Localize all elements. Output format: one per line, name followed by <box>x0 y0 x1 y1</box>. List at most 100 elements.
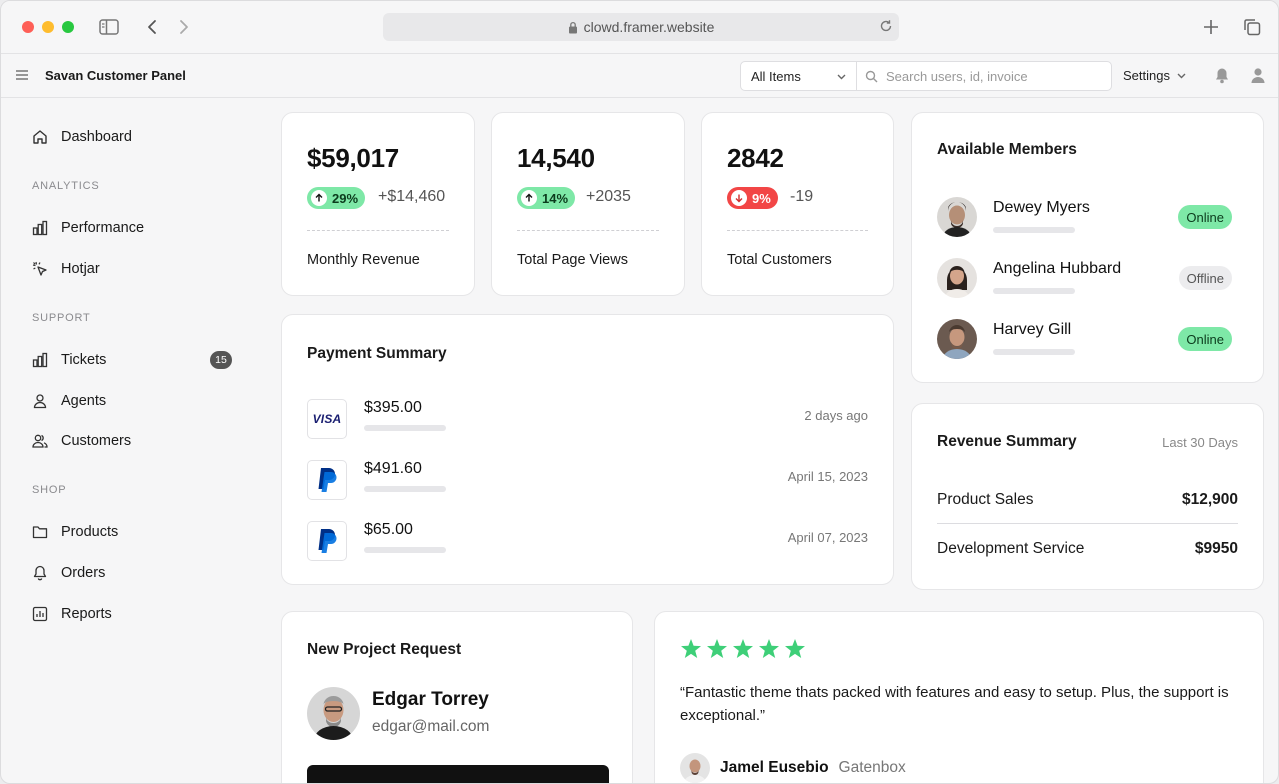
back-icon[interactable] <box>141 16 163 38</box>
status-badge: Online <box>1178 327 1232 351</box>
sidebar-item-label: Products <box>61 524 119 540</box>
member-name: Dewey Myers <box>993 199 1090 216</box>
card-title: New Project Request <box>307 641 462 658</box>
placeholder-bar <box>364 425 446 431</box>
filter-value: All Items <box>751 68 801 84</box>
sidebar-item-tickets[interactable]: Tickets <box>31 349 106 371</box>
payment-amount: $491.60 <box>364 460 422 477</box>
reviewer: Jamel Eusebio Gatenbox <box>680 753 906 783</box>
sidebar-item-products[interactable]: Products <box>31 521 118 543</box>
section-label-shop: SHOP <box>32 484 67 496</box>
stat-card-page-views: 14,540 14% +2035 Total Page Views <box>491 112 685 296</box>
paypal-icon <box>307 521 347 561</box>
star-icon <box>784 638 806 664</box>
home-icon <box>31 128 49 146</box>
payment-date: April 15, 2023 <box>787 469 868 484</box>
maximize-window-button[interactable] <box>62 21 74 33</box>
star-icon <box>706 638 728 664</box>
stat-change-badge: 9% <box>727 187 778 209</box>
sidebar-toggle-icon[interactable] <box>98 16 120 38</box>
stat-label: Total Page Views <box>517 252 628 268</box>
project-action-button[interactable] <box>307 765 609 783</box>
member-row[interactable]: Angelina Hubbard Offline <box>937 258 1238 298</box>
forward-icon[interactable] <box>173 16 195 38</box>
payment-row[interactable]: $65.00 April 07, 2023 <box>307 521 868 561</box>
payment-date: 2 days ago <box>804 408 868 423</box>
tickets-count-badge: 15 <box>210 351 232 369</box>
card-title: Payment Summary <box>307 345 447 362</box>
sidebar-item-reports[interactable]: Reports <box>31 603 112 625</box>
payment-amount: $65.00 <box>364 521 413 538</box>
sidebar-item-orders[interactable]: Orders <box>31 562 105 584</box>
sidebar-item-agents[interactable]: Agents <box>31 390 106 412</box>
user-profile-icon[interactable] <box>1250 67 1266 89</box>
member-row[interactable]: Harvey Gill Online <box>937 319 1238 359</box>
visa-icon: VISA <box>307 399 347 439</box>
placeholder-bar <box>993 227 1075 233</box>
stat-label: Total Customers <box>727 252 832 268</box>
address-bar[interactable]: clowd.framer.website <box>383 13 899 41</box>
search-input[interactable] <box>886 68 1086 84</box>
notifications-bell-icon[interactable] <box>1214 67 1230 89</box>
cursor-click-icon <box>31 260 49 278</box>
app-header: Savan Customer Panel All Items Settings <box>1 54 1278 98</box>
url-text: clowd.framer.website <box>583 19 715 35</box>
close-window-button[interactable] <box>22 21 34 33</box>
stat-change-badge: 29% <box>307 187 366 209</box>
settings-menu[interactable]: Settings <box>1123 68 1187 83</box>
user-icon <box>31 392 49 410</box>
tabs-overview-icon[interactable] <box>1241 16 1263 38</box>
stat-label: Monthly Revenue <box>307 252 420 268</box>
bar-chart-icon <box>31 351 49 369</box>
bell-icon <box>31 564 49 582</box>
sidebar-item-dashboard[interactable]: Dashboard <box>31 126 132 148</box>
stat-delta: +$14,460 <box>378 188 446 205</box>
sidebar-item-hotjar[interactable]: Hotjar <box>31 258 100 280</box>
folder-icon <box>31 523 49 541</box>
section-label-analytics: ANALYTICS <box>32 180 100 192</box>
star-icon <box>680 638 702 664</box>
revenue-label: Development Service <box>937 540 1085 557</box>
period-label: Last 30 Days <box>1162 435 1238 450</box>
divider <box>727 230 868 231</box>
minimize-window-button[interactable] <box>42 21 54 33</box>
sidebar-item-performance[interactable]: Performance <box>31 217 144 239</box>
avatar <box>680 753 710 783</box>
requester-name: Edgar Torrey <box>372 689 489 710</box>
search-box <box>856 61 1112 91</box>
stat-value: 2842 <box>727 143 784 173</box>
browser-toolbar: clowd.framer.website <box>1 1 1278 54</box>
sidebar-item-label: Dashboard <box>61 129 132 145</box>
stat-delta: +2035 <box>586 188 631 205</box>
member-row[interactable]: Dewey Myers Online <box>937 197 1238 237</box>
member-name: Harvey Gill <box>993 321 1072 338</box>
section-label-support: SUPPORT <box>32 312 91 324</box>
stat-card-monthly-revenue: $59,017 29% +$14,460 Monthly Revenue <box>281 112 475 296</box>
chevron-down-icon <box>836 71 847 82</box>
new-tab-icon[interactable] <box>1200 16 1222 38</box>
sidebar: Dashboard ANALYTICS Performance Hotjar S… <box>1 99 263 783</box>
sidebar-item-label: Performance <box>61 220 145 236</box>
sidebar-item-customers[interactable]: Customers <box>31 430 131 452</box>
avatar <box>937 197 977 237</box>
revenue-value: $12,900 <box>1181 491 1238 508</box>
member-name: Angelina Hubbard <box>993 260 1122 277</box>
settings-label: Settings <box>1123 68 1170 83</box>
stat-card-customers: 2842 9% -19 Total Customers <box>701 112 894 296</box>
search-icon <box>865 70 878 83</box>
requester-email: edgar@mail.com <box>372 718 490 735</box>
testimonial-quote: “Fantastic theme thats packed with featu… <box>680 684 1229 724</box>
payment-row[interactable]: $491.60 April 15, 2023 <box>307 460 868 500</box>
available-members-card: Available Members Dewey Myers Online Ang… <box>911 112 1264 383</box>
sidebar-item-label: Agents <box>61 393 107 409</box>
sidebar-item-label: Reports <box>61 606 112 622</box>
stat-value: 14,540 <box>517 143 595 173</box>
paypal-icon <box>307 460 347 500</box>
status-badge: Online <box>1178 205 1232 229</box>
revenue-value: $9950 <box>1194 540 1238 557</box>
payment-row[interactable]: VISA $395.00 2 days ago <box>307 399 868 439</box>
hamburger-menu-icon[interactable] <box>15 68 29 86</box>
reload-icon[interactable] <box>879 19 893 33</box>
items-filter-select[interactable]: All Items <box>740 61 857 91</box>
stat-change-value: 9% <box>752 190 771 206</box>
